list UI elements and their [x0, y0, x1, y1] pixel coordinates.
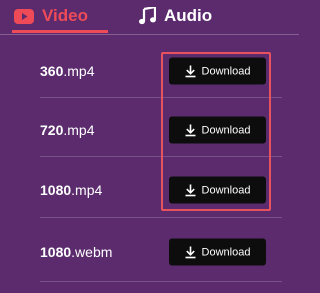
active-tab-indicator [12, 30, 108, 33]
format-extension: .mp4 [63, 63, 95, 79]
format-extension: .webm [71, 244, 113, 260]
download-icon [185, 124, 196, 136]
format-quality: 1080 [40, 182, 72, 198]
format-quality: 720 [40, 122, 64, 138]
format-extension: .mp4 [63, 122, 95, 138]
format-quality: 360 [40, 63, 64, 79]
format-tabs: Video Audio [0, 0, 299, 35]
download-button[interactable]: Download [169, 116, 266, 144]
tab-video[interactable]: Video [14, 3, 88, 29]
download-icon [185, 246, 196, 258]
download-button-label: Download [201, 184, 251, 196]
format-quality: 1080 [40, 244, 72, 260]
download-button[interactable]: Download [169, 57, 266, 85]
list-item: 1080.webm Download [40, 222, 282, 282]
list-item: 360.mp4 Download [40, 41, 282, 101]
list-item: 1080.mp4 Download [40, 160, 282, 220]
download-button[interactable]: Download [169, 238, 266, 266]
music-note-icon [139, 7, 156, 25]
format-label: 1080.mp4 [40, 182, 102, 198]
format-label: 360.mp4 [40, 63, 94, 79]
format-label: 720.mp4 [40, 122, 94, 138]
download-button-label: Download [201, 65, 251, 77]
divider [40, 217, 282, 218]
tab-audio-label: Audio [164, 6, 213, 25]
list-item: 720.mp4 Download [40, 100, 282, 160]
tab-video-label: Video [42, 6, 88, 25]
download-icon [185, 65, 196, 77]
tab-audio[interactable]: Audio [139, 3, 212, 29]
format-label: 1080.webm [40, 244, 112, 260]
download-button-label: Download [201, 124, 251, 136]
download-button-label: Download [201, 246, 251, 258]
youtube-play-icon [14, 8, 34, 24]
download-button[interactable]: Download [169, 176, 266, 204]
divider [40, 156, 282, 157]
download-icon [185, 184, 196, 196]
divider [40, 281, 282, 282]
format-extension: .mp4 [71, 182, 103, 198]
divider [40, 97, 282, 98]
